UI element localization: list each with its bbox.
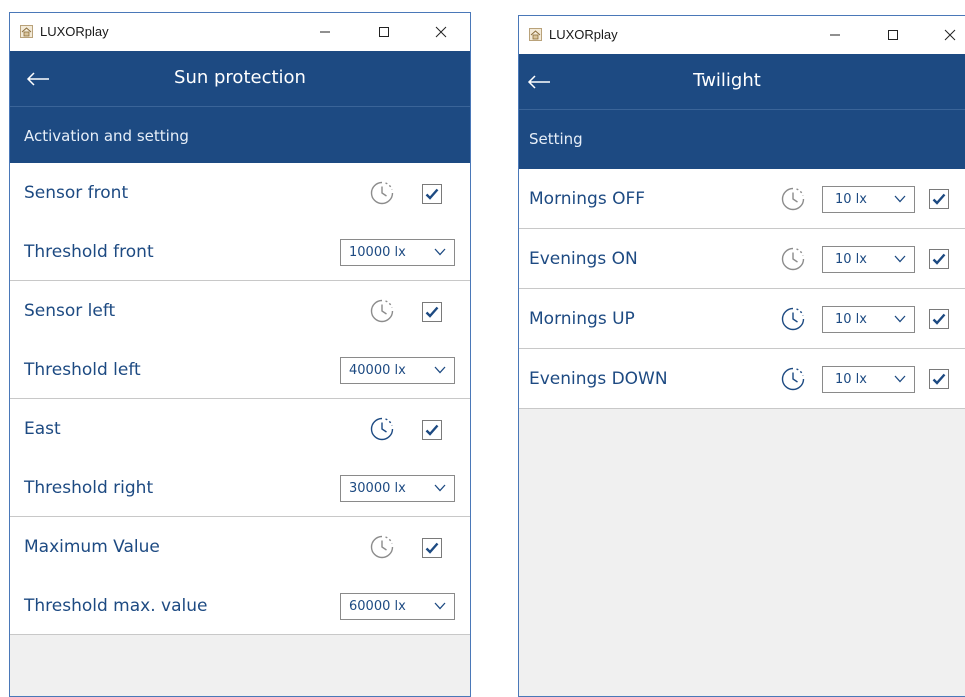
chevron-down-icon (894, 375, 906, 383)
chevron-down-icon (894, 315, 906, 323)
close-icon (435, 26, 447, 38)
clock-icon[interactable] (781, 367, 805, 391)
house-icon (529, 28, 542, 41)
checkmark-icon (425, 188, 439, 200)
chevron-down-icon (434, 602, 446, 610)
page-title: Twilight (693, 70, 761, 91)
list-item: Evenings ON 10 lx (519, 229, 965, 289)
clock-icon[interactable] (370, 299, 394, 323)
twilight-label: Mornings OFF (529, 189, 646, 209)
twilight-checkbox[interactable] (929, 369, 949, 389)
title-bar: LUXORplay (519, 16, 965, 54)
clock-icon[interactable] (781, 307, 805, 331)
section-header: Setting (519, 110, 965, 169)
checkmark-icon (932, 253, 946, 265)
lux-select[interactable]: 10 lx (822, 306, 915, 333)
page-title: Sun protection (174, 67, 306, 88)
sun-protection-window: LUXORplay Sun protection Activation and … (9, 12, 471, 697)
title-bar: LUXORplay (10, 13, 470, 51)
clock-icon[interactable] (370, 417, 394, 441)
chevron-down-icon (434, 366, 446, 374)
app-title: LUXORplay (549, 27, 618, 42)
close-button[interactable] (927, 16, 965, 54)
chevron-down-icon (894, 255, 906, 263)
section-header: Activation and setting (10, 107, 470, 163)
threshold-select[interactable]: 10000 lx (340, 239, 455, 266)
threshold-label: Threshold right (24, 478, 154, 498)
maximize-button[interactable] (361, 13, 407, 51)
list-item: Sensor front (10, 163, 470, 222)
checkmark-icon (425, 542, 439, 554)
sensor-label: Sensor left (24, 301, 116, 321)
twilight-label: Evenings DOWN (529, 369, 668, 389)
section-title: Setting (529, 130, 583, 148)
list-item: Maximum Value (10, 517, 470, 576)
checkmark-icon (932, 193, 946, 205)
twilight-window: LUXORplay Twilight Setting Mornings OFF (518, 15, 965, 697)
list-item: Mornings OFF 10 lx (519, 169, 965, 229)
list-item: Threshold left 40000 lx (10, 340, 470, 399)
maximize-icon (888, 30, 898, 40)
checkmark-icon (932, 373, 946, 385)
sensor-label: East (24, 419, 61, 439)
twilight-label: Evenings ON (529, 249, 638, 269)
twilight-checkbox[interactable] (929, 189, 949, 209)
list-item: Mornings UP 10 lx (519, 289, 965, 349)
twilight-list: Mornings OFF 10 lx Evenings ON 10 lx Mor… (519, 169, 965, 409)
close-icon (944, 29, 956, 41)
twilight-label: Mornings UP (529, 309, 635, 329)
maximize-button[interactable] (870, 16, 916, 54)
lux-select[interactable]: 10 lx (822, 366, 915, 393)
lux-select[interactable]: 10 lx (822, 186, 915, 213)
sensor-checkbox[interactable] (422, 420, 442, 440)
threshold-label: Threshold front (24, 242, 154, 262)
threshold-label: Threshold max. value (24, 596, 208, 616)
checkmark-icon (932, 313, 946, 325)
sensor-list: Sensor front Threshold front 10000 lx Se… (10, 163, 470, 635)
list-item: Threshold max. value 60000 lx (10, 576, 470, 635)
minimize-icon (320, 31, 330, 33)
list-item: Threshold front 10000 lx (10, 222, 470, 281)
list-item: Evenings DOWN 10 lx (519, 349, 965, 409)
sensor-label: Sensor front (24, 183, 129, 203)
clock-icon[interactable] (781, 247, 805, 271)
chevron-down-icon (894, 195, 906, 203)
sensor-checkbox[interactable] (422, 302, 442, 322)
app-title: LUXORplay (40, 24, 109, 39)
sensor-label: Maximum Value (24, 537, 160, 557)
list-item: Threshold right 30000 lx (10, 458, 470, 517)
threshold-select[interactable]: 30000 lx (340, 475, 455, 502)
maximize-icon (379, 27, 389, 37)
chevron-down-icon (434, 248, 446, 256)
clock-icon[interactable] (370, 181, 394, 205)
minimize-button[interactable] (812, 16, 858, 54)
checkmark-icon (425, 306, 439, 318)
sensor-checkbox[interactable] (422, 538, 442, 558)
lux-select[interactable]: 10 lx (822, 246, 915, 273)
app-header: Twilight (519, 54, 965, 110)
threshold-select[interactable]: 60000 lx (340, 593, 455, 620)
threshold-select[interactable]: 40000 lx (340, 357, 455, 384)
list-item: East (10, 399, 470, 458)
sensor-checkbox[interactable] (422, 184, 442, 204)
twilight-checkbox[interactable] (929, 309, 949, 329)
close-button[interactable] (418, 13, 464, 51)
clock-icon[interactable] (370, 535, 394, 559)
house-icon (20, 25, 33, 38)
minimize-button[interactable] (302, 13, 348, 51)
clock-icon[interactable] (781, 187, 805, 211)
list-item: Sensor left (10, 281, 470, 340)
twilight-checkbox[interactable] (929, 249, 949, 269)
checkmark-icon (425, 424, 439, 436)
section-title: Activation and setting (24, 127, 189, 145)
threshold-label: Threshold left (24, 360, 141, 380)
minimize-icon (830, 34, 840, 36)
chevron-down-icon (434, 484, 446, 492)
app-header: Sun protection (10, 51, 470, 107)
